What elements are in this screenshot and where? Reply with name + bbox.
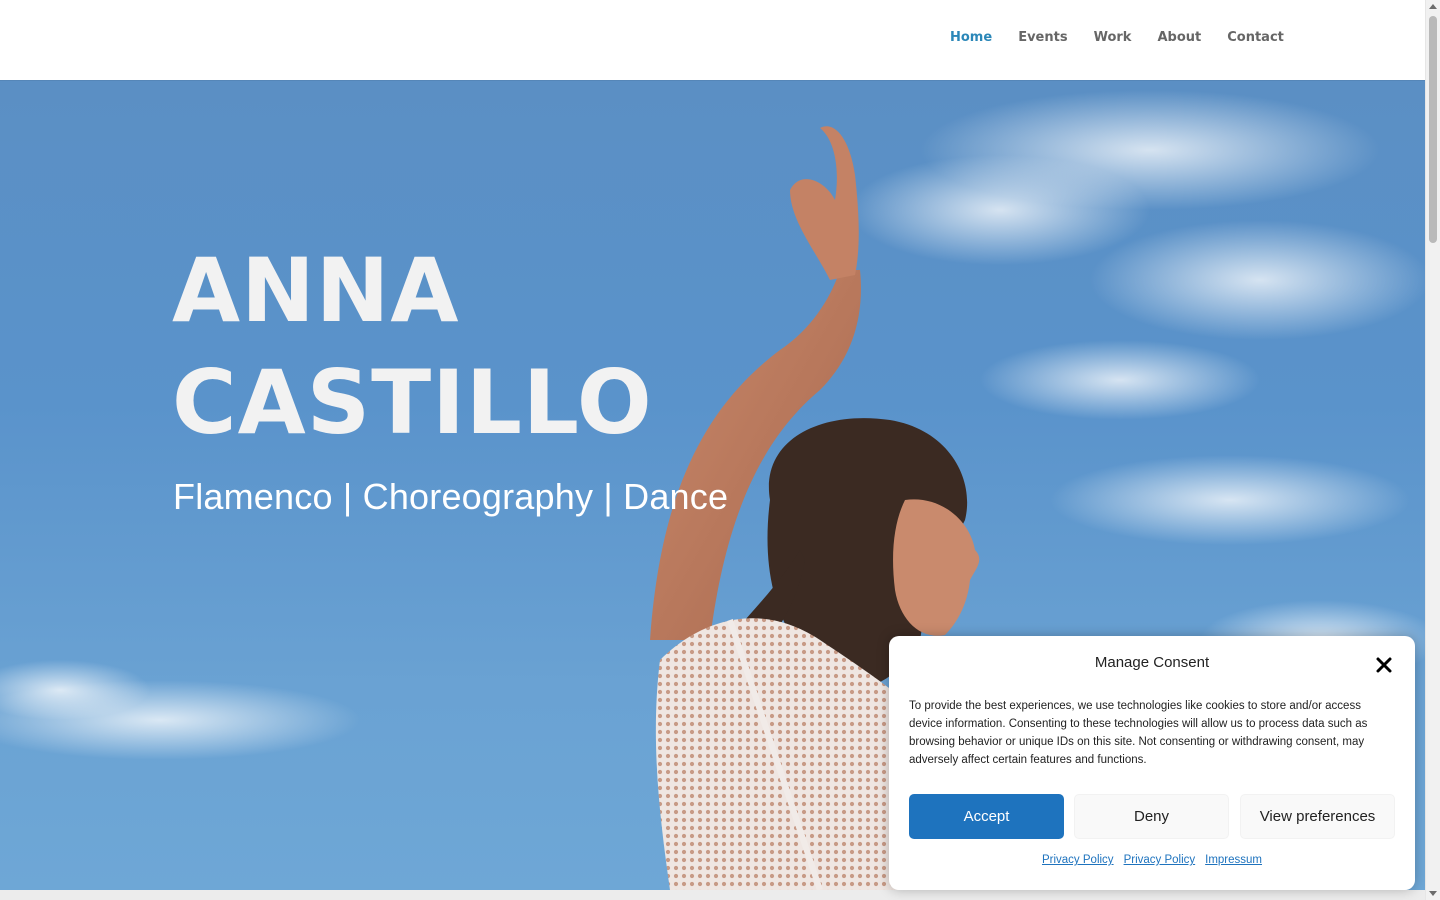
accept-button[interactable]: Accept xyxy=(909,794,1064,839)
privacy-policy-link-2[interactable]: Privacy Policy xyxy=(1124,854,1196,866)
page-bottom-strip xyxy=(0,890,1425,900)
deny-button[interactable]: Deny xyxy=(1074,794,1229,839)
site-header: Home Events Work About Contact xyxy=(0,0,1425,80)
hero-title-line2: CASTILLO xyxy=(172,351,653,454)
privacy-policy-link[interactable]: Privacy Policy xyxy=(1042,854,1114,866)
hero-title: ANNA CASTILLO xyxy=(172,235,653,459)
close-icon[interactable] xyxy=(1374,655,1394,675)
hero-title-line1: ANNA xyxy=(172,239,460,342)
consent-links: Privacy Policy Privacy Policy Impressum xyxy=(889,854,1415,866)
page-scrollbar[interactable] xyxy=(1425,0,1440,900)
view-preferences-button[interactable]: View preferences xyxy=(1240,794,1395,839)
nav-item-contact[interactable]: Contact xyxy=(1227,30,1284,46)
hero-subtitle: Flamenco | Choreography | Dance xyxy=(173,476,729,517)
impressum-link[interactable]: Impressum xyxy=(1205,854,1262,866)
consent-dialog: Manage Consent To provide the best exper… xyxy=(889,636,1415,890)
consent-title: Manage Consent xyxy=(1094,654,1210,671)
nav-item-events[interactable]: Events xyxy=(1018,30,1067,46)
scroll-thumb[interactable] xyxy=(1429,16,1437,243)
nav-item-home[interactable]: Home xyxy=(950,30,992,46)
scroll-down-arrow-icon[interactable] xyxy=(1429,891,1437,896)
main-nav: Home Events Work About Contact xyxy=(950,30,1310,46)
scroll-up-arrow-icon[interactable] xyxy=(1429,4,1437,9)
consent-description: To provide the best experiences, we use … xyxy=(909,700,1368,766)
nav-item-about[interactable]: About xyxy=(1157,30,1201,46)
nav-item-work[interactable]: Work xyxy=(1094,30,1132,46)
